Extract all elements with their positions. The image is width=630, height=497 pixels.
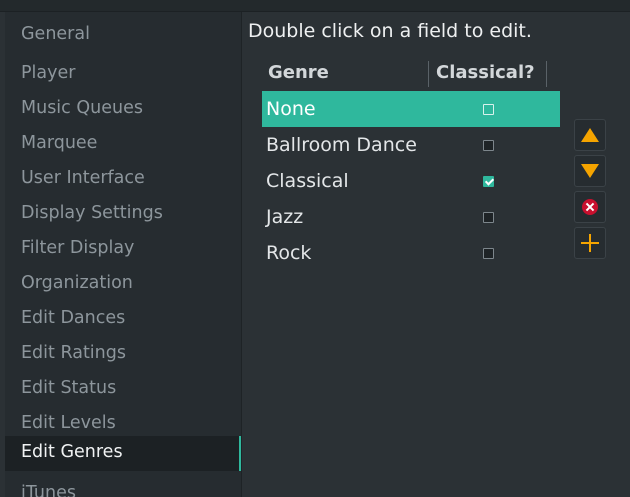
genre-cell[interactable]: Classical [262, 170, 463, 192]
sidebar-item-edit-ratings[interactable]: Edit Ratings [5, 331, 242, 366]
column-header-genre[interactable]: Genre [262, 61, 429, 87]
table-row[interactable]: Classical [262, 163, 560, 199]
genre-cell[interactable]: Ballroom Dance [262, 134, 463, 156]
classical-checkbox[interactable] [483, 103, 495, 115]
sidebar-item-itunes[interactable]: iTunes [5, 471, 242, 497]
edit-genres-panel: Double click on a field to edit. Genre C… [242, 12, 630, 497]
classical-checkbox[interactable] [483, 247, 495, 259]
add-icon [581, 234, 599, 252]
instructions-text: Double click on a field to edit. [248, 20, 532, 42]
genre-cell[interactable]: Rock [262, 242, 463, 264]
arrow-down-icon [581, 164, 599, 178]
window-top-bar [0, 0, 630, 12]
sidebar-item-organization[interactable]: Organization [5, 261, 242, 296]
sidebar-item-user-interface[interactable]: User Interface [5, 156, 242, 191]
remove-icon [582, 199, 598, 215]
sidebar-item-edit-levels[interactable]: Edit Levels [5, 401, 242, 436]
remove-button[interactable] [574, 191, 606, 223]
move-down-button[interactable] [574, 155, 606, 187]
classical-checkbox[interactable] [483, 211, 495, 223]
table-row[interactable]: Rock [262, 235, 560, 271]
sidebar-item-edit-dances[interactable]: Edit Dances [5, 296, 242, 331]
table-row[interactable]: None [262, 91, 560, 127]
sidebar-item-edit-genres[interactable]: Edit Genres [5, 436, 242, 471]
sidebar-item-marquee[interactable]: Marquee [5, 121, 242, 156]
sidebar-item-filter-display[interactable]: Filter Display [5, 226, 242, 261]
genres-table: Genre Classical? None Ballroom Dance Cla… [262, 61, 560, 271]
genre-cell[interactable]: None [262, 98, 463, 120]
classical-checkbox[interactable] [483, 139, 495, 151]
table-row[interactable]: Jazz [262, 199, 560, 235]
row-action-buttons [574, 119, 608, 263]
column-header-classical[interactable]: Classical? [429, 61, 547, 87]
add-button[interactable] [574, 227, 606, 259]
sidebar-item-display-settings[interactable]: Display Settings [5, 191, 242, 226]
move-up-button[interactable] [574, 119, 606, 151]
sidebar-item-general[interactable]: General [5, 12, 242, 51]
table-header: Genre Classical? [262, 61, 560, 87]
sidebar-item-music-queues[interactable]: Music Queues [5, 86, 242, 121]
settings-sidebar: General Player Music Queues Marquee User… [5, 12, 242, 497]
arrow-up-icon [581, 128, 599, 142]
sidebar-item-player[interactable]: Player [5, 51, 242, 86]
classical-checkbox[interactable] [483, 175, 495, 187]
genre-cell[interactable]: Jazz [262, 206, 463, 228]
sidebar-item-edit-status[interactable]: Edit Status [5, 366, 242, 401]
table-row[interactable]: Ballroom Dance [262, 127, 560, 163]
